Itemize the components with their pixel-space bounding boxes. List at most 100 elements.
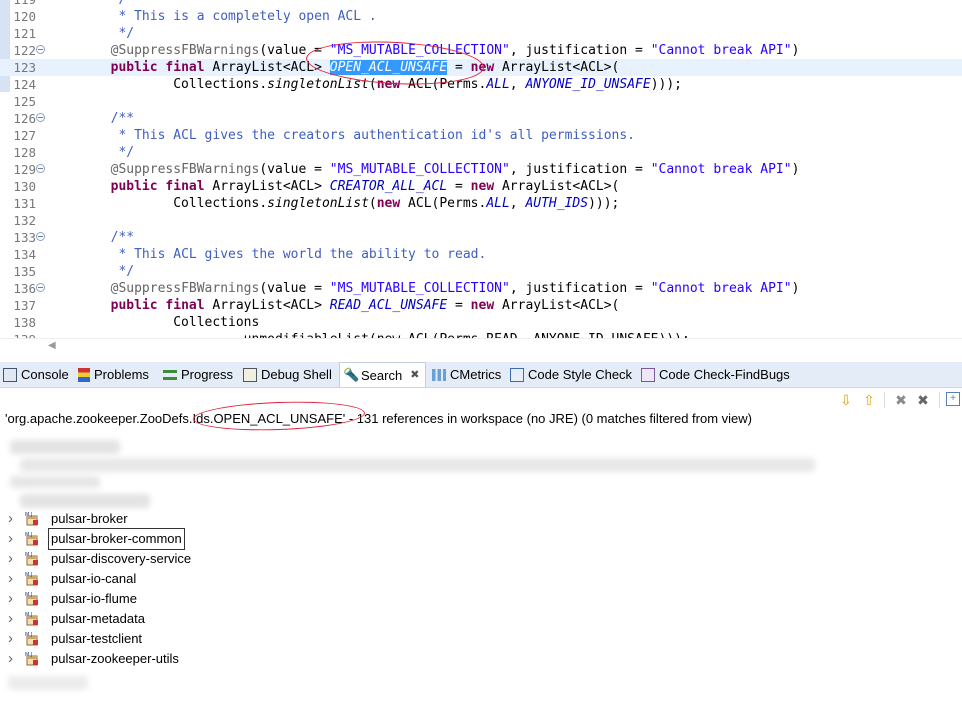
result-project-item[interactable]: › M Jpulsar-io-flume [0,589,500,609]
result-project-label: pulsar-broker [51,511,128,526]
expand-chevron-icon[interactable]: › [8,509,16,529]
code-text: * This ACL gives the creators authentica… [118,128,636,143]
code-line[interactable]: 128 */ [0,144,962,161]
result-project-item[interactable]: › M Jpulsar-discovery-service [0,549,500,569]
previous-match-icon[interactable]: ⇧ [861,392,877,408]
line-number: 125 [13,94,36,109]
expand-chevron-icon[interactable]: › [8,569,16,589]
svg-text:J: J [30,632,32,638]
svg-text:J: J [30,612,32,618]
result-project-label: pulsar-io-canal [51,571,137,586]
line-number: 119 [0,0,36,8]
remove-all-matches-icon[interactable]: ✖ [915,392,931,408]
tab-progress[interactable]: Progress [160,362,236,387]
line-number: 131 [13,196,36,211]
result-project-item[interactable]: › M Jpulsar-zookeeper-utils [0,649,500,669]
maven-project-icon: MJ [24,531,40,547]
cmetrics-icon [432,368,446,381]
fold-toggle-icon[interactable] [36,113,45,122]
search-icon: 🔦 [343,367,360,382]
result-project-item[interactable]: › M J pulsar-io-canal [0,569,500,589]
svg-text:M: M [25,612,29,618]
result-project-item[interactable]: › M J pulsar-broker-common [0,528,500,550]
code-line[interactable]: 137 public final ArrayList<ACL> READ_ACL… [0,297,962,314]
code-line[interactable]: 130 public final ArrayList<ACL> CREATOR_… [0,178,962,195]
expand-chevron-icon[interactable]: › [8,649,16,669]
code-line[interactable]: 127 * This ACL gives the creators authen… [0,127,962,144]
svg-text:M: M [25,552,29,558]
code-line[interactable]: 139 .unmodifiableList(new ACL(Perms.READ… [0,331,962,338]
code-line[interactable]: 138 Collections [0,314,962,331]
code-line[interactable]: 131 Collections.singletonList(new ACL(Pe… [0,195,962,212]
remove-match-icon[interactable]: ✖ [893,392,909,408]
code-line[interactable]: 119 / [0,0,962,8]
blurred-result [10,476,100,488]
next-match-icon[interactable]: ⇩ [838,392,854,408]
code-line[interactable]: 121 */ [0,25,962,42]
fold-toggle-icon[interactable] [36,232,45,241]
tab-label: Problems [94,367,149,382]
code-line[interactable]: 123 public final ArrayList<ACL> OPEN_ACL… [0,59,962,76]
tab-debug-shell[interactable]: Debug Shell [240,362,336,387]
debug-shell-icon [243,367,257,382]
code-line[interactable]: 120 * This is a completely open ACL . [0,8,962,25]
line-number: 121 [13,26,36,41]
expand-chevron-icon[interactable]: › [8,589,16,609]
code-line[interactable]: 126 /** [0,110,962,127]
code-editor[interactable]: 119 /120 * This is a completely open ACL… [0,0,962,338]
expand-all-icon[interactable]: + [946,392,960,406]
code-line[interactable]: 129 @SuppressFBWarnings(value = "MS_MUTA… [0,161,962,178]
expand-chevron-icon[interactable]: › [8,629,16,649]
tab-problems[interactable]: Problems [75,362,155,387]
expand-chevron-icon[interactable]: › [8,529,16,549]
tab-console[interactable]: Console [0,362,72,387]
code-text: @SuppressFBWarnings(value = "MS_MUTABLE_… [110,43,800,58]
fold-toggle-icon[interactable] [36,45,45,54]
close-icon[interactable]: ✖ [410,363,419,388]
result-project-item[interactable]: › M Jpulsar-testclient [0,629,500,649]
maven-project-icon: MJ [24,551,40,567]
tab-search[interactable]: 🔦 Search ✖ [339,362,426,387]
code-line[interactable]: 122 @SuppressFBWarnings(value = "MS_MUTA… [0,42,962,59]
tab-cmetrics[interactable]: CMetrics [429,362,505,387]
tab-code-check-findbugs[interactable]: Code Check-FindBugs [638,362,793,387]
result-project-item[interactable]: › M Jpulsar-broker [0,509,500,529]
code-line[interactable]: 124 Collections.singletonList(new ACL(Pe… [0,76,962,93]
code-line[interactable]: 134 * This ACL gives the world the abili… [0,246,962,263]
editor-horizontal-scrollbar[interactable]: ◀ [0,338,962,353]
svg-text:J: J [30,552,32,558]
maven-project-icon: MJ [24,651,40,667]
toolbar-divider [939,392,940,408]
svg-text:J: J [30,572,32,578]
result-project-label: pulsar-io-flume [51,591,137,606]
line-number: 129 [13,162,36,177]
tab-code-style-check[interactable]: Code Style Check [507,362,635,387]
maven-project-icon: MJ [24,571,40,587]
svg-text:J: J [30,532,32,538]
code-text: */ [118,264,135,279]
line-number: 139 [0,331,36,338]
code-line[interactable]: 135 */ [0,263,962,280]
tab-label: CMetrics [450,367,502,382]
result-project-label: pulsar-broker-common [48,528,185,550]
scroll-left-icon[interactable]: ◀ [48,340,56,351]
code-text: /** [110,111,135,126]
svg-text:J: J [30,652,32,658]
expand-chevron-icon[interactable]: › [8,549,16,569]
fold-toggle-icon[interactable] [36,283,45,292]
line-number: 133 [13,230,36,245]
code-line[interactable]: 132 [0,212,962,229]
tab-label: Search [361,367,403,383]
result-project-item[interactable]: › M Jpulsar-metadata [0,609,500,629]
code-line[interactable]: 133 /** [0,229,962,246]
expand-chevron-icon[interactable]: › [8,609,16,629]
code-line[interactable]: 125 [0,93,962,110]
problems-icon [78,367,90,382]
code-text: * This is a completely open ACL . [118,9,377,24]
maven-project-icon: MJ [24,631,40,647]
search-toolbar: ⇩ ⇧ ✖ ✖ + [0,388,962,412]
code-line[interactable]: 136 @SuppressFBWarnings(value = "MS_MUTA… [0,280,962,297]
svg-text:M: M [25,632,29,638]
panel-separator [0,352,962,362]
fold-toggle-icon[interactable] [36,164,45,173]
